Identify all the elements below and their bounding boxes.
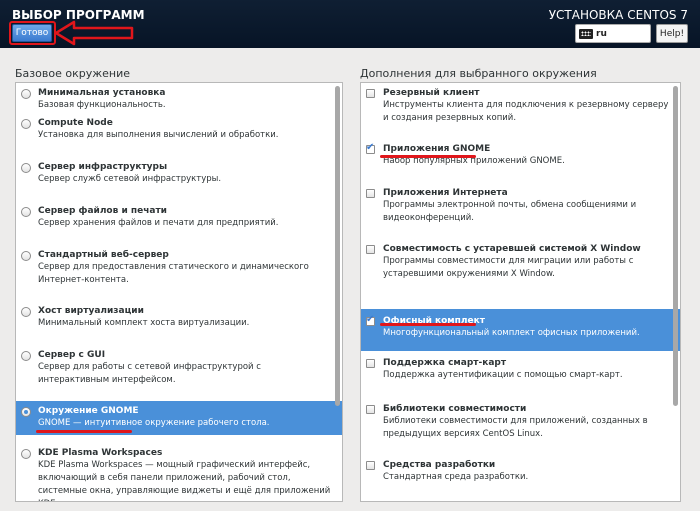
env-item-title: Окружение GNOME <box>38 406 139 416</box>
header-bar: ВЫБОР ПРОГРАММ Готово УСТАНОВКА CENTOS 7… <box>0 0 700 48</box>
env-item-title: Compute Node <box>38 118 113 128</box>
checkbox[interactable] <box>366 405 375 414</box>
addon-item-internet-apps[interactable]: Приложения Интернета Программы электронн… <box>361 187 680 225</box>
checkbox-checked[interactable] <box>366 314 375 326</box>
addon-item-desc: Поддержка аутентификации с помощью смарт… <box>383 370 623 380</box>
env-item-desc: KDE Plasma Workspaces — мощный графическ… <box>38 460 331 501</box>
base-environment-list: Минимальная установка Базовая функционал… <box>15 82 343 502</box>
addon-item-title: Приложения GNOME <box>383 144 491 154</box>
radio-button[interactable] <box>21 251 31 261</box>
addon-item-desc: Стандартная среда разработки. <box>383 472 529 482</box>
env-item-desc: Сервер служб сетевой инфраструктуры. <box>38 174 222 184</box>
addon-item-compat-libs[interactable]: Библиотеки совместимости Библиотеки совм… <box>361 403 680 441</box>
addon-item-title: Резервный клиент <box>383 88 480 98</box>
env-item-desc: Сервер хранения файлов и печати для пред… <box>38 218 279 228</box>
radio-button[interactable] <box>21 163 31 173</box>
addons-list: Резервный клиент Инструменты клиента для… <box>360 82 681 502</box>
annotation-arrow-icon <box>54 20 134 46</box>
env-item-title: Сервер инфраструктуры <box>38 162 168 172</box>
env-item-kde[interactable]: KDE Plasma Workspaces KDE Plasma Workspa… <box>16 447 342 501</box>
env-item-desc: Минимальный комплект хоста виртуализации… <box>38 318 250 328</box>
radio-button[interactable] <box>21 449 31 459</box>
radio-button[interactable] <box>21 351 31 361</box>
scrollbar[interactable] <box>673 86 678 406</box>
addon-item-title: Приложения Интернета <box>383 188 508 198</box>
env-item-title: Хост виртуализации <box>38 306 144 316</box>
addon-item-smart-card[interactable]: Поддержка смарт-карт Поддержка аутентифи… <box>361 357 680 382</box>
addon-item-x-window-compat[interactable]: Совместимость с устаревшей системой X Wi… <box>361 243 680 281</box>
env-item-infrastructure-server[interactable]: Сервер инфраструктуры Сервер служб сетев… <box>16 161 342 186</box>
keyboard-icon <box>579 28 593 39</box>
env-item-desc: Установка для выполнения вычислений и об… <box>38 130 279 140</box>
checkbox-checked[interactable] <box>366 142 375 154</box>
env-item-desc: Базовая функциональность. <box>38 100 166 110</box>
radio-button[interactable] <box>21 307 31 317</box>
env-item-compute-node[interactable]: Compute Node Установка для выполнения вы… <box>16 117 342 142</box>
annotation-underline <box>380 155 476 158</box>
env-item-title: Сервер файлов и печати <box>38 206 167 216</box>
addon-item-office-suite[interactable]: Офисный комплект Многофункциональный ком… <box>361 309 680 351</box>
keyboard-layout-label: ru <box>596 28 607 39</box>
env-item-title: KDE Plasma Workspaces <box>38 448 163 458</box>
addon-item-desc: Инструменты клиента для подключения к ре… <box>383 100 669 123</box>
env-item-minimal[interactable]: Минимальная установка Базовая функционал… <box>16 87 342 112</box>
radio-button[interactable] <box>21 207 31 217</box>
addon-item-title: Библиотеки совместимости <box>383 404 527 414</box>
env-item-virtualization-host[interactable]: Хост виртуализации Минимальный комплект … <box>16 305 342 330</box>
env-item-desc: Сервер для работы с сетевой инфраструкту… <box>38 362 261 385</box>
keyboard-layout-indicator[interactable]: ru <box>575 24 651 43</box>
env-item-title: Сервер с GUI <box>38 350 106 360</box>
addon-item-backup-client[interactable]: Резервный клиент Инструменты клиента для… <box>361 87 680 125</box>
env-item-desc: GNOME — интуитивное окружение рабочего с… <box>38 418 270 428</box>
product-title: УСТАНОВКА CENTOS 7 <box>548 8 688 22</box>
env-item-title: Стандартный веб-сервер <box>38 250 169 260</box>
radio-button[interactable] <box>21 119 31 129</box>
addon-item-dev-tools[interactable]: Средства разработки Стандартная среда ра… <box>361 459 680 484</box>
checkbox[interactable] <box>366 189 375 198</box>
addons-label: Дополнения для выбранного окружения <box>360 67 597 80</box>
checkbox[interactable] <box>366 245 375 254</box>
radio-button-selected[interactable] <box>21 407 31 417</box>
env-item-web-server[interactable]: Стандартный веб-сервер Сервер для предос… <box>16 249 342 287</box>
addon-item-title: Совместимость с устаревшей системой X Wi… <box>383 244 641 254</box>
addon-item-desc: Многофункциональный комплект офисных при… <box>383 328 640 338</box>
radio-button[interactable] <box>21 89 31 99</box>
annotation-box <box>9 21 56 45</box>
scrollbar[interactable] <box>335 86 340 406</box>
annotation-underline <box>380 323 476 326</box>
base-environment-label: Базовое окружение <box>15 67 130 80</box>
help-button[interactable]: Help! <box>656 24 688 43</box>
checkbox[interactable] <box>366 89 375 98</box>
env-item-file-print-server[interactable]: Сервер файлов и печати Сервер хранения ф… <box>16 205 342 230</box>
addon-item-title: Поддержка смарт-карт <box>383 358 507 368</box>
addon-item-desc: Программы совместимости для миграции или… <box>383 256 634 279</box>
checkbox[interactable] <box>366 461 375 470</box>
addon-item-desc: Библиотеки совместимости для приложений,… <box>383 416 648 439</box>
addon-item-title: Средства разработки <box>383 460 496 470</box>
annotation-underline <box>36 430 132 433</box>
addon-item-desc: Программы электронной почты, обмена сооб… <box>383 200 637 223</box>
env-item-server-gui[interactable]: Сервер с GUI Сервер для работы с сетевой… <box>16 349 342 387</box>
env-item-desc: Сервер для предоставления статического и… <box>38 262 309 285</box>
checkbox[interactable] <box>366 359 375 368</box>
env-item-title: Минимальная установка <box>38 88 166 98</box>
